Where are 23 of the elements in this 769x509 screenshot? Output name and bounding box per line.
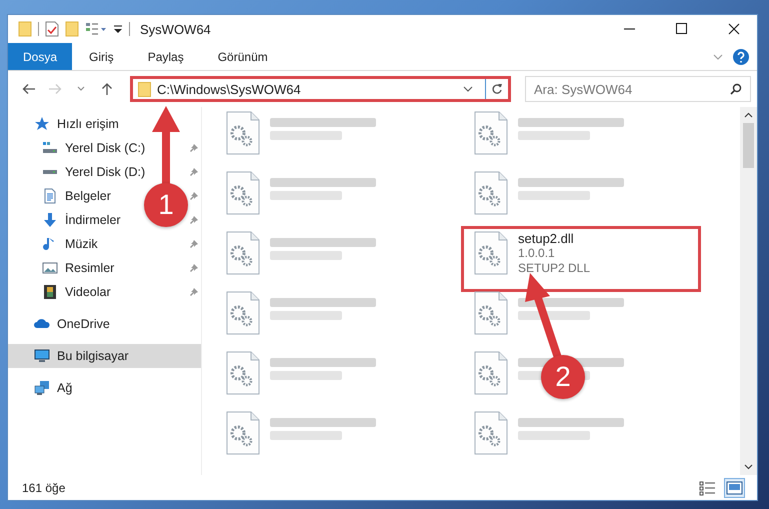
file-item[interactable]: setup2.dll 1.0.0.1 SETUP2 DLL [464,229,698,289]
window-title: SysWOW64 [140,22,212,36]
sidebar-item[interactable]: Videolar [42,284,111,300]
sidebar-item[interactable]: Yerel Disk (D:) [42,164,146,180]
sidebar-item[interactable]: İndirmeler [42,212,121,228]
ribbon-tab[interactable]: Giriş [72,43,131,70]
file-name: setup2.dll [518,231,575,246]
sidebar-item[interactable]: Resimler [42,260,114,276]
sidebar-item[interactable]: Yerel Disk (C:) [42,140,146,156]
ribbon-tab[interactable]: Paylaş [130,43,201,70]
sidebar-item[interactable]: Bu bilgisayar [8,344,201,368]
item-count: 161 öğe [22,480,66,494]
sidebar-item[interactable]: OneDrive [8,312,201,336]
sidebar-item[interactable]: Ağ [8,376,201,400]
ribbon-tab[interactable]: Görünüm [200,43,285,70]
file-detail: 1.0.0.1 [518,246,556,261]
sidebar-item[interactable]: Müzik [42,236,98,252]
ribbon-tab[interactable]: Dosya [8,43,72,70]
address-field[interactable]: C:\Windows\SysWOW64 [130,76,511,102]
file-detail: SETUP2 DLL [518,261,590,276]
search-field[interactable]: Ara: SysWOW64 [525,76,751,102]
sidebar-item[interactable]: Hızlı erişim [8,112,201,136]
sidebar-item[interactable]: Belgeler [42,188,111,204]
